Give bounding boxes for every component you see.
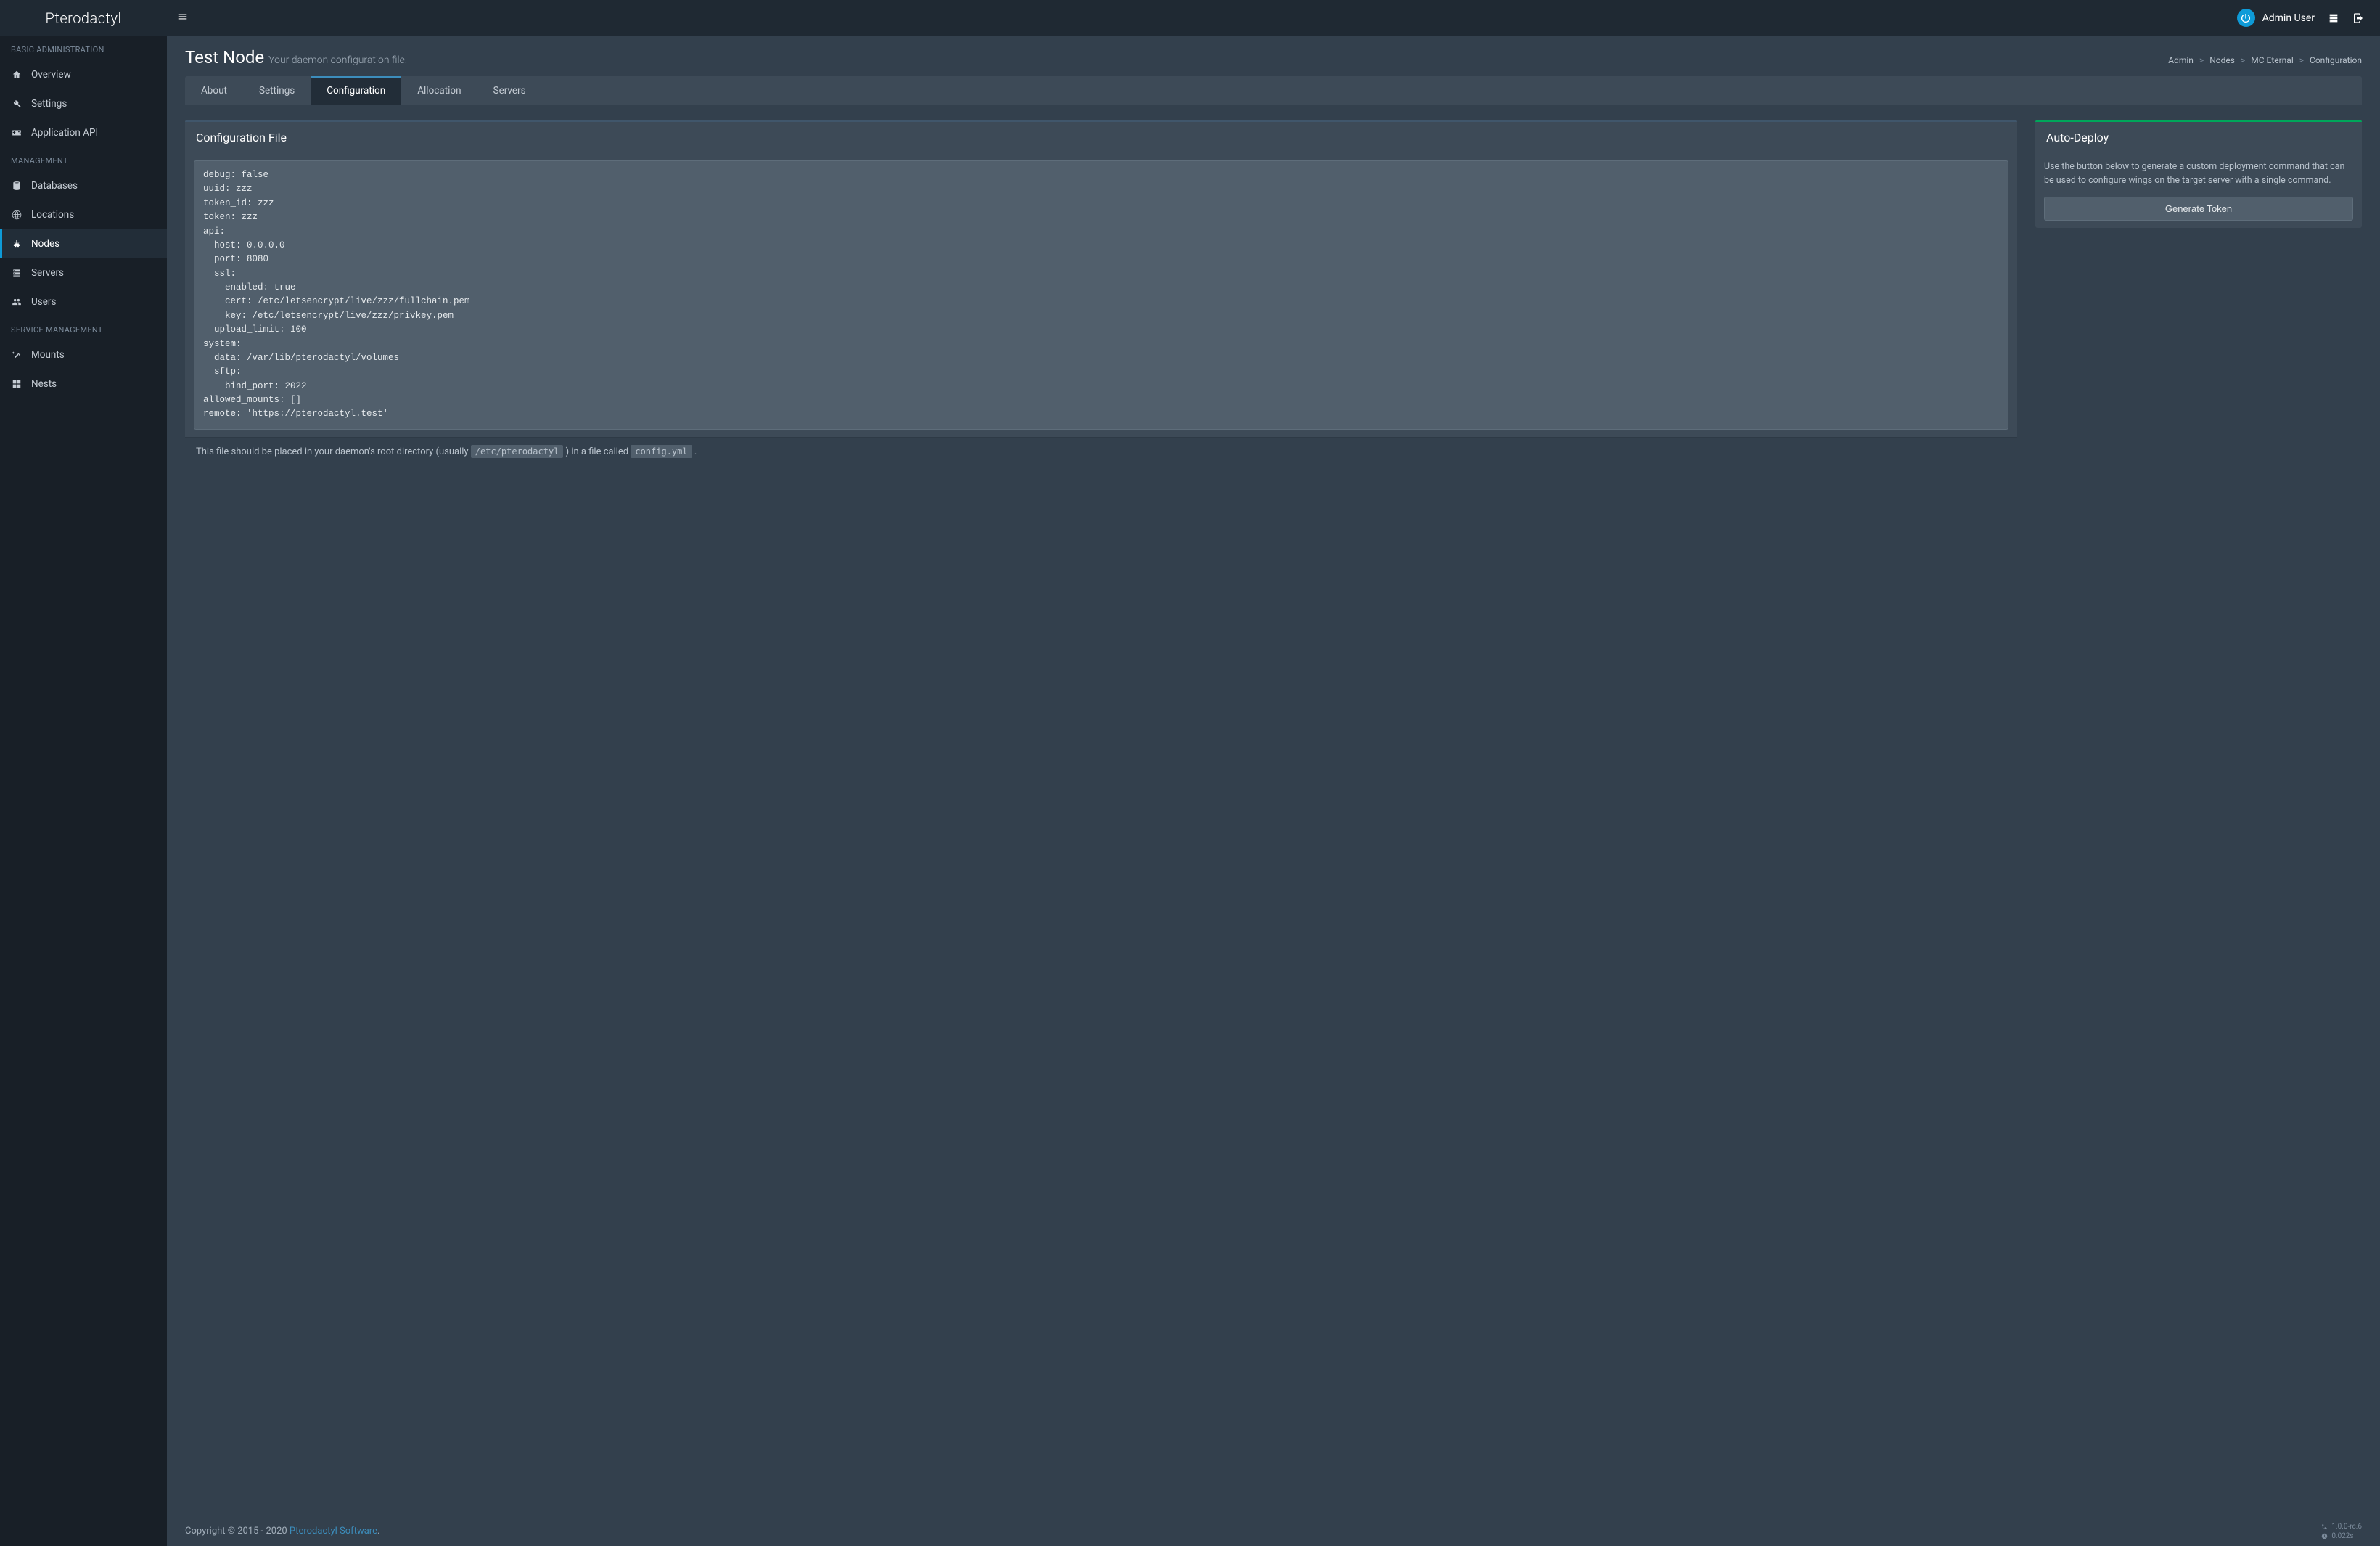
- breadcrumb-link[interactable]: Nodes: [2209, 55, 2235, 65]
- sidebar-section-header: MANAGEMENT: [0, 147, 167, 171]
- breadcrumb: Admin > Nodes > MC Eternal > Configuration: [2168, 55, 2362, 65]
- avatar: [2237, 9, 2255, 27]
- sidebar-section-header: SERVICE MANAGEMENT: [0, 316, 167, 340]
- page-title: Test Node: [185, 47, 264, 68]
- logout-icon: [2352, 12, 2364, 24]
- breadcrumb-link[interactable]: MC Eternal: [2251, 55, 2294, 65]
- sidebar-section-header: BASIC ADMINISTRATION: [0, 36, 167, 60]
- sidebar-item-label: Overview: [31, 69, 71, 81]
- user-menu[interactable]: Admin User: [2237, 9, 2315, 27]
- auto-deploy-box: Auto-Deploy Use the button below to gene…: [2035, 120, 2362, 228]
- generate-token-button[interactable]: Generate Token: [2044, 197, 2353, 221]
- database-icon: [11, 181, 22, 191]
- version: 1.0.0-rc.6: [2331, 1523, 2362, 1531]
- sidebar-toggle[interactable]: [178, 13, 188, 25]
- logout-button[interactable]: [2352, 12, 2364, 24]
- load-time: 0.022s: [2331, 1532, 2353, 1540]
- sidebar-item-servers[interactable]: Servers: [0, 258, 167, 287]
- server-icon: [2328, 12, 2339, 24]
- sidebar-item-overview[interactable]: Overview: [0, 60, 167, 89]
- brand-logo[interactable]: Pterodactyl: [0, 9, 167, 27]
- sidebar-item-mounts[interactable]: Mounts: [0, 340, 167, 369]
- breadcrumb-separator: >: [2241, 55, 2245, 65]
- tabs: AboutSettingsConfigurationAllocationServ…: [185, 76, 2362, 105]
- auto-deploy-desc: Use the button below to generate a custo…: [2044, 160, 2353, 188]
- tab-allocation[interactable]: Allocation: [401, 76, 477, 105]
- sidebar-item-label: Locations: [31, 209, 74, 221]
- tab-about[interactable]: About: [185, 76, 243, 105]
- sidebar-item-label: Application API: [31, 127, 98, 139]
- code-filename: config.yml: [631, 445, 692, 458]
- clock-icon: [2321, 1533, 2328, 1539]
- footer-copyright: Copyright © 2015 - 2020: [185, 1526, 290, 1537]
- grid-icon: [11, 379, 22, 389]
- breadcrumb-link: Configuration: [2310, 55, 2362, 65]
- sidebar-item-label: Servers: [31, 267, 64, 279]
- auto-deploy-title: Auto-Deploy: [2035, 122, 2362, 153]
- sidebar-item-users[interactable]: Users: [0, 287, 167, 316]
- breadcrumb-separator: >: [2299, 55, 2304, 65]
- tab-settings[interactable]: Settings: [243, 76, 311, 105]
- globe-icon: [11, 210, 22, 220]
- wrench-icon: [11, 99, 22, 109]
- sidebar-item-label: Mounts: [31, 349, 65, 361]
- tab-configuration[interactable]: Configuration: [311, 76, 401, 105]
- sidebar-item-label: Settings: [31, 98, 67, 110]
- sidebar-item-label: Databases: [31, 180, 78, 192]
- sitemap-icon: [11, 239, 22, 249]
- breadcrumb-separator: >: [2199, 55, 2204, 65]
- sidebar-item-label: Users: [31, 296, 56, 308]
- config-file-box: Configuration File debug: false uuid: zz…: [185, 120, 2017, 466]
- user-name: Admin User: [2262, 12, 2315, 24]
- config-file-content[interactable]: debug: false uuid: zzz token_id: zzz tok…: [194, 160, 2008, 430]
- server-view-button[interactable]: [2328, 12, 2339, 24]
- gamepad-icon: [11, 128, 22, 138]
- footer: Copyright © 2015 - 2020 Pterodactyl Soft…: [167, 1516, 2380, 1546]
- tab-servers[interactable]: Servers: [477, 76, 542, 105]
- sidebar-item-label: Nests: [31, 378, 57, 390]
- code-path: /etc/pterodactyl: [471, 445, 564, 458]
- sidebar-item-label: Nodes: [31, 238, 60, 250]
- page-subtitle: Your daemon configuration file.: [268, 54, 407, 66]
- power-icon: [2240, 12, 2252, 24]
- config-file-footer: This file should be placed in your daemo…: [185, 437, 2017, 466]
- topbar: Pterodactyl Admin User: [0, 0, 2380, 36]
- sidebar: BASIC ADMINISTRATION Overview Settings Appl…: [0, 36, 167, 1546]
- magic-icon: [11, 350, 22, 360]
- home-icon: [11, 70, 22, 80]
- main-content: Test Node Your daemon configuration file…: [167, 36, 2380, 1546]
- breadcrumb-link[interactable]: Admin: [2168, 55, 2194, 65]
- server-icon: [11, 268, 22, 278]
- sidebar-item-nodes[interactable]: Nodes: [0, 229, 167, 258]
- sidebar-item-application-api[interactable]: Application API: [0, 118, 167, 147]
- footer-link[interactable]: Pterodactyl Software: [290, 1526, 377, 1537]
- sidebar-item-databases[interactable]: Databases: [0, 171, 167, 200]
- config-file-title: Configuration File: [185, 122, 2017, 153]
- sidebar-item-locations[interactable]: Locations: [0, 200, 167, 229]
- hamburger-icon: [178, 12, 188, 22]
- branch-icon: [2321, 1523, 2328, 1530]
- users-icon: [11, 297, 22, 307]
- sidebar-item-settings[interactable]: Settings: [0, 89, 167, 118]
- sidebar-item-nests[interactable]: Nests: [0, 369, 167, 398]
